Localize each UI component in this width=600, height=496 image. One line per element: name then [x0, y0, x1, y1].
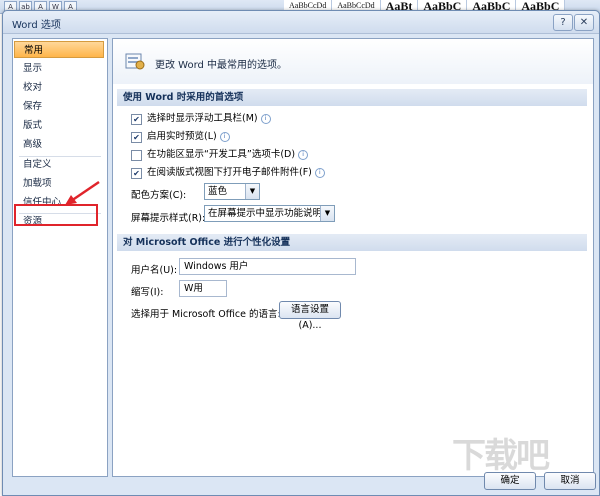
info-icon: i [314, 168, 325, 178]
option-label: 选择时显示浮动工具栏(M) [147, 113, 258, 124]
intro-banner: 更改 Word 中最常用的选项。 [113, 39, 593, 84]
username-label: 用户名(U): [131, 265, 178, 276]
username-input[interactable]: Windows 用户 [179, 258, 356, 275]
tooltip-style-select[interactable]: 在屏幕提示中显示功能说明 ▼ [204, 205, 335, 222]
tooltip-style-label: 屏幕提示样式(R): [131, 213, 206, 224]
info-icon: i [260, 114, 271, 124]
options-nav: 常用 显示 校对 保存 版式 高级 自定义 加载项 信任中心 资源 [12, 38, 108, 477]
option-mini-toolbar[interactable]: ✔ 选择时显示浮动工具栏(M) i [131, 112, 271, 126]
language-settings-button[interactable]: 语言设置(A)... [279, 301, 341, 331]
option-label: 启用实时预览(L) [147, 131, 217, 142]
tooltip-style-value: 在屏幕提示中显示功能说明 [208, 208, 323, 219]
checkbox[interactable] [131, 149, 142, 161]
close-button[interactable]: ✕ [574, 14, 594, 31]
info-icon: i [298, 150, 309, 160]
info-icon: i [219, 132, 230, 142]
nav-item-common[interactable]: 常用 [14, 41, 104, 58]
intro-text: 更改 Word 中最常用的选项。 [155, 60, 288, 71]
nav-item-display[interactable]: 显示 [14, 60, 104, 77]
chevron-down-icon[interactable]: ▼ [320, 206, 334, 221]
initials-label: 缩写(I): [131, 287, 164, 298]
cancel-button[interactable]: 取消 [544, 472, 596, 490]
option-email-attachments[interactable]: ✔ 在阅读版式视图下打开电子邮件附件(F) i [131, 166, 325, 180]
section-header-preferences: 使用 Word 时采用的首选项 [117, 89, 587, 106]
word-options-dialog: Word 选项 ? ✕ 常用 显示 校对 保存 版式 高级 自定义 加载项 信任… [2, 10, 600, 496]
color-scheme-label: 配色方案(C): [131, 190, 187, 201]
checkbox[interactable]: ✔ [131, 167, 142, 179]
language-label: 选择用于 Microsoft Office 的语言: [131, 309, 281, 320]
nav-item-proofing[interactable]: 校对 [14, 79, 104, 96]
checkbox[interactable]: ✔ [131, 131, 142, 143]
watermark-logo: 下载吧 [452, 436, 550, 476]
checkbox[interactable]: ✔ [131, 113, 142, 125]
option-live-preview[interactable]: ✔ 启用实时预览(L) i [131, 130, 230, 144]
nav-item-advanced[interactable]: 高级 [14, 136, 104, 153]
color-scheme-select[interactable]: 蓝色 ▼ [204, 183, 260, 200]
chevron-down-icon[interactable]: ▼ [245, 184, 259, 199]
options-content: 更改 Word 中最常用的选项。 使用 Word 时采用的首选项 ✔ 选择时显示… [112, 38, 594, 477]
option-label: 在阅读版式视图下打开电子邮件附件(F) [147, 167, 312, 178]
option-developer-tab[interactable]: 在功能区显示“开发工具”选项卡(D) i [131, 148, 309, 162]
nav-item-save[interactable]: 保存 [14, 98, 104, 115]
nav-item-customize[interactable]: 自定义 [14, 156, 104, 173]
settings-page-icon [125, 53, 145, 70]
color-scheme-value: 蓝色 [208, 186, 228, 197]
dialog-titlebar: Word 选项 ? ✕ [3, 11, 599, 34]
nav-item-layout[interactable]: 版式 [14, 117, 104, 134]
option-label: 在功能区显示“开发工具”选项卡(D) [147, 149, 296, 160]
initials-input[interactable]: W用 [179, 280, 227, 297]
red-arrow-icon [65, 180, 100, 205]
help-button[interactable]: ? [553, 14, 573, 31]
section-header-personalize: 对 Microsoft Office 进行个性化设置 [117, 234, 587, 251]
dialog-title: Word 选项 [12, 20, 61, 31]
